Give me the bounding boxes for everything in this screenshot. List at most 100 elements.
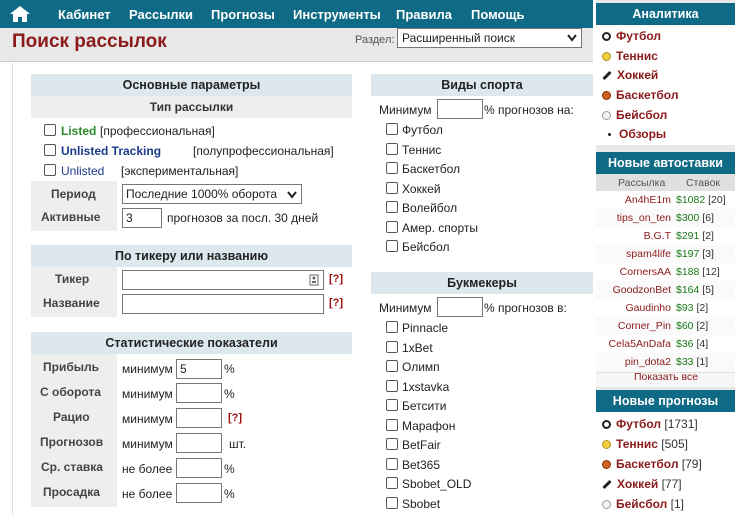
- show-all-link[interactable]: Показать все: [634, 371, 698, 383]
- analytics-item-tennis[interactable]: Теннис: [602, 49, 658, 63]
- bookmaker-checkbox[interactable]: [386, 360, 398, 372]
- autobet-row[interactable]: CornersAA $188 [12]: [596, 263, 735, 283]
- autobet-name[interactable]: pin_dota2: [625, 356, 671, 368]
- drawdown-input[interactable]: [176, 483, 222, 503]
- bookmaker-checkbox[interactable]: [386, 321, 398, 333]
- turnover-prefix: минимум: [122, 387, 173, 401]
- bookmaker-checkbox[interactable]: [386, 477, 398, 489]
- autobet-row[interactable]: B.G.T $291 [2]: [596, 227, 735, 247]
- ratio-help-link[interactable]: [?]: [228, 412, 242, 424]
- soccer-ball-icon: [602, 420, 611, 430]
- sport-checkbox[interactable]: [386, 142, 398, 155]
- forecasts-count-input[interactable]: [176, 433, 222, 453]
- autobet-row[interactable]: tips_on_ten $300 [6]: [596, 209, 735, 229]
- bookmaker-checkbox[interactable]: [386, 418, 398, 431]
- ratio-input[interactable]: [176, 408, 222, 428]
- sport-checkbox[interactable]: [386, 240, 398, 252]
- profit-input[interactable]: 5: [176, 359, 222, 379]
- nav-item-help[interactable]: Помощь: [471, 7, 524, 22]
- forecast-item-tennis[interactable]: Теннис [505]: [602, 437, 688, 451]
- nav-item-forecasts[interactable]: Прогнозы: [211, 7, 275, 22]
- autobet-row[interactable]: pin_dota2 $33 [1]: [596, 353, 735, 373]
- autobet-row[interactable]: spam4life $197 [3]: [596, 245, 735, 265]
- autobet-sum: $188 [12]: [676, 266, 720, 278]
- bookmaker-checkbox[interactable]: [386, 496, 398, 509]
- analytics-box: Футбол Теннис Хоккей Баскетбол Бейсбол О…: [596, 25, 735, 145]
- turnover-label: С оборота: [40, 385, 101, 399]
- autobet-row[interactable]: An4hE1m $1082 [20]: [596, 191, 735, 211]
- forecast-item-baseball[interactable]: Бейсбол [1]: [602, 497, 684, 511]
- name-label: Название: [43, 296, 100, 310]
- forecast-item-football[interactable]: Футбол [1731]: [602, 417, 698, 431]
- bookmakers-min-input[interactable]: [437, 297, 483, 317]
- autobet-name[interactable]: spam4life: [626, 248, 671, 260]
- autobet-row[interactable]: GoodzonBet $164 [5]: [596, 281, 735, 301]
- listed-desc: [профессиональная]: [100, 124, 215, 138]
- autobet-row[interactable]: Cela5AnDafa $36 [4]: [596, 335, 735, 355]
- stats-header: Статистические показатели: [31, 332, 352, 354]
- autobet-sum: $93 [2]: [676, 302, 709, 314]
- avg-stake-input[interactable]: [176, 458, 222, 478]
- unlisted-label: Unlisted: [61, 164, 105, 178]
- analytics-item-football[interactable]: Футбол: [602, 29, 661, 43]
- autobet-name[interactable]: B.G.T: [644, 230, 671, 242]
- bookmaker-checkbox[interactable]: [386, 438, 398, 450]
- hockey-stick-icon: [602, 480, 612, 490]
- sport-checkbox[interactable]: [386, 162, 398, 174]
- period-select[interactable]: Последние 1000% оборота: [122, 184, 302, 204]
- bookmaker-label: Олимп: [402, 360, 440, 374]
- drawdown-label: Просадка: [43, 485, 100, 499]
- analytics-item-hockey[interactable]: Хоккей: [602, 68, 658, 82]
- sport-checkbox[interactable]: [386, 181, 398, 194]
- forecast-item-hockey[interactable]: Хоккей [77]: [602, 477, 682, 491]
- autobet-name[interactable]: tips_on_ten: [617, 212, 671, 224]
- bookmaker-checkbox[interactable]: [386, 340, 398, 353]
- unlisted-checkbox[interactable]: [44, 164, 56, 176]
- nav-item-rules[interactable]: Правила: [396, 7, 452, 22]
- drawdown-prefix: не более: [122, 487, 173, 501]
- autobet-name[interactable]: Corner_Pin: [618, 320, 671, 332]
- soccer-ball-icon: [602, 32, 611, 42]
- analytics-item-reviews[interactable]: Обзоры: [608, 127, 666, 141]
- bookmaker-checkbox[interactable]: [386, 379, 398, 392]
- nav-item-tools[interactable]: Инструменты: [293, 7, 381, 22]
- bookmaker-checkbox[interactable]: [386, 457, 398, 470]
- basketball-icon: [602, 91, 611, 101]
- active-input[interactable]: 3: [122, 208, 162, 228]
- bookmaker-checkbox[interactable]: [386, 399, 398, 411]
- analytics-header: Аналитика: [596, 3, 735, 25]
- sport-checkbox[interactable]: [386, 123, 398, 135]
- unlisted-tracking-checkbox[interactable]: [44, 144, 56, 156]
- section-select[interactable]: Расширенный поиск: [397, 28, 582, 48]
- autobet-name[interactable]: Gaudinho: [625, 302, 671, 314]
- profit-prefix: минимум: [122, 362, 173, 376]
- bookmaker-label: Бетсити: [402, 399, 447, 413]
- name-help-link[interactable]: [?]: [329, 297, 343, 309]
- analytics-item-baseball[interactable]: Бейсбол: [602, 108, 667, 122]
- home-icon[interactable]: [9, 5, 31, 23]
- autobet-sum: $300 [6]: [676, 212, 714, 224]
- autobet-row[interactable]: Gaudinho $93 [2]: [596, 299, 735, 319]
- sport-checkbox[interactable]: [386, 201, 398, 213]
- listed-checkbox[interactable]: [44, 124, 56, 136]
- active-suffix: прогнозов за посл. 30 дней: [167, 211, 319, 225]
- nav-item-mailings[interactable]: Рассылки: [129, 7, 193, 22]
- nav-item-cabinet[interactable]: Кабинет: [58, 7, 111, 22]
- autobet-row[interactable]: Corner_Pin $60 [2]: [596, 317, 735, 337]
- forecasts-box: Футбол [1731] Теннис [505] Баскетбол [79…: [596, 412, 735, 515]
- autobet-name[interactable]: Cela5AnDafa: [609, 338, 671, 350]
- sport-label: Амер. спорты: [402, 220, 478, 235]
- sports-min-input[interactable]: [437, 99, 483, 119]
- ticker-input[interactable]: [122, 270, 324, 290]
- autobet-name[interactable]: GoodzonBet: [613, 284, 671, 296]
- name-input[interactable]: [122, 294, 324, 314]
- bookmaker-label: Bet365: [402, 457, 441, 472]
- turnover-input[interactable]: [176, 383, 222, 403]
- autobet-name[interactable]: CornersAA: [620, 266, 671, 278]
- forecast-item-basketball[interactable]: Баскетбол [79]: [602, 457, 702, 471]
- autobet-name[interactable]: An4hE1m: [625, 194, 671, 206]
- ticker-help-link[interactable]: [?]: [329, 273, 343, 285]
- sport-checkbox[interactable]: [386, 220, 398, 233]
- analytics-item-basketball[interactable]: Баскетбол: [602, 88, 678, 102]
- page-title: Поиск рассылок: [12, 31, 167, 52]
